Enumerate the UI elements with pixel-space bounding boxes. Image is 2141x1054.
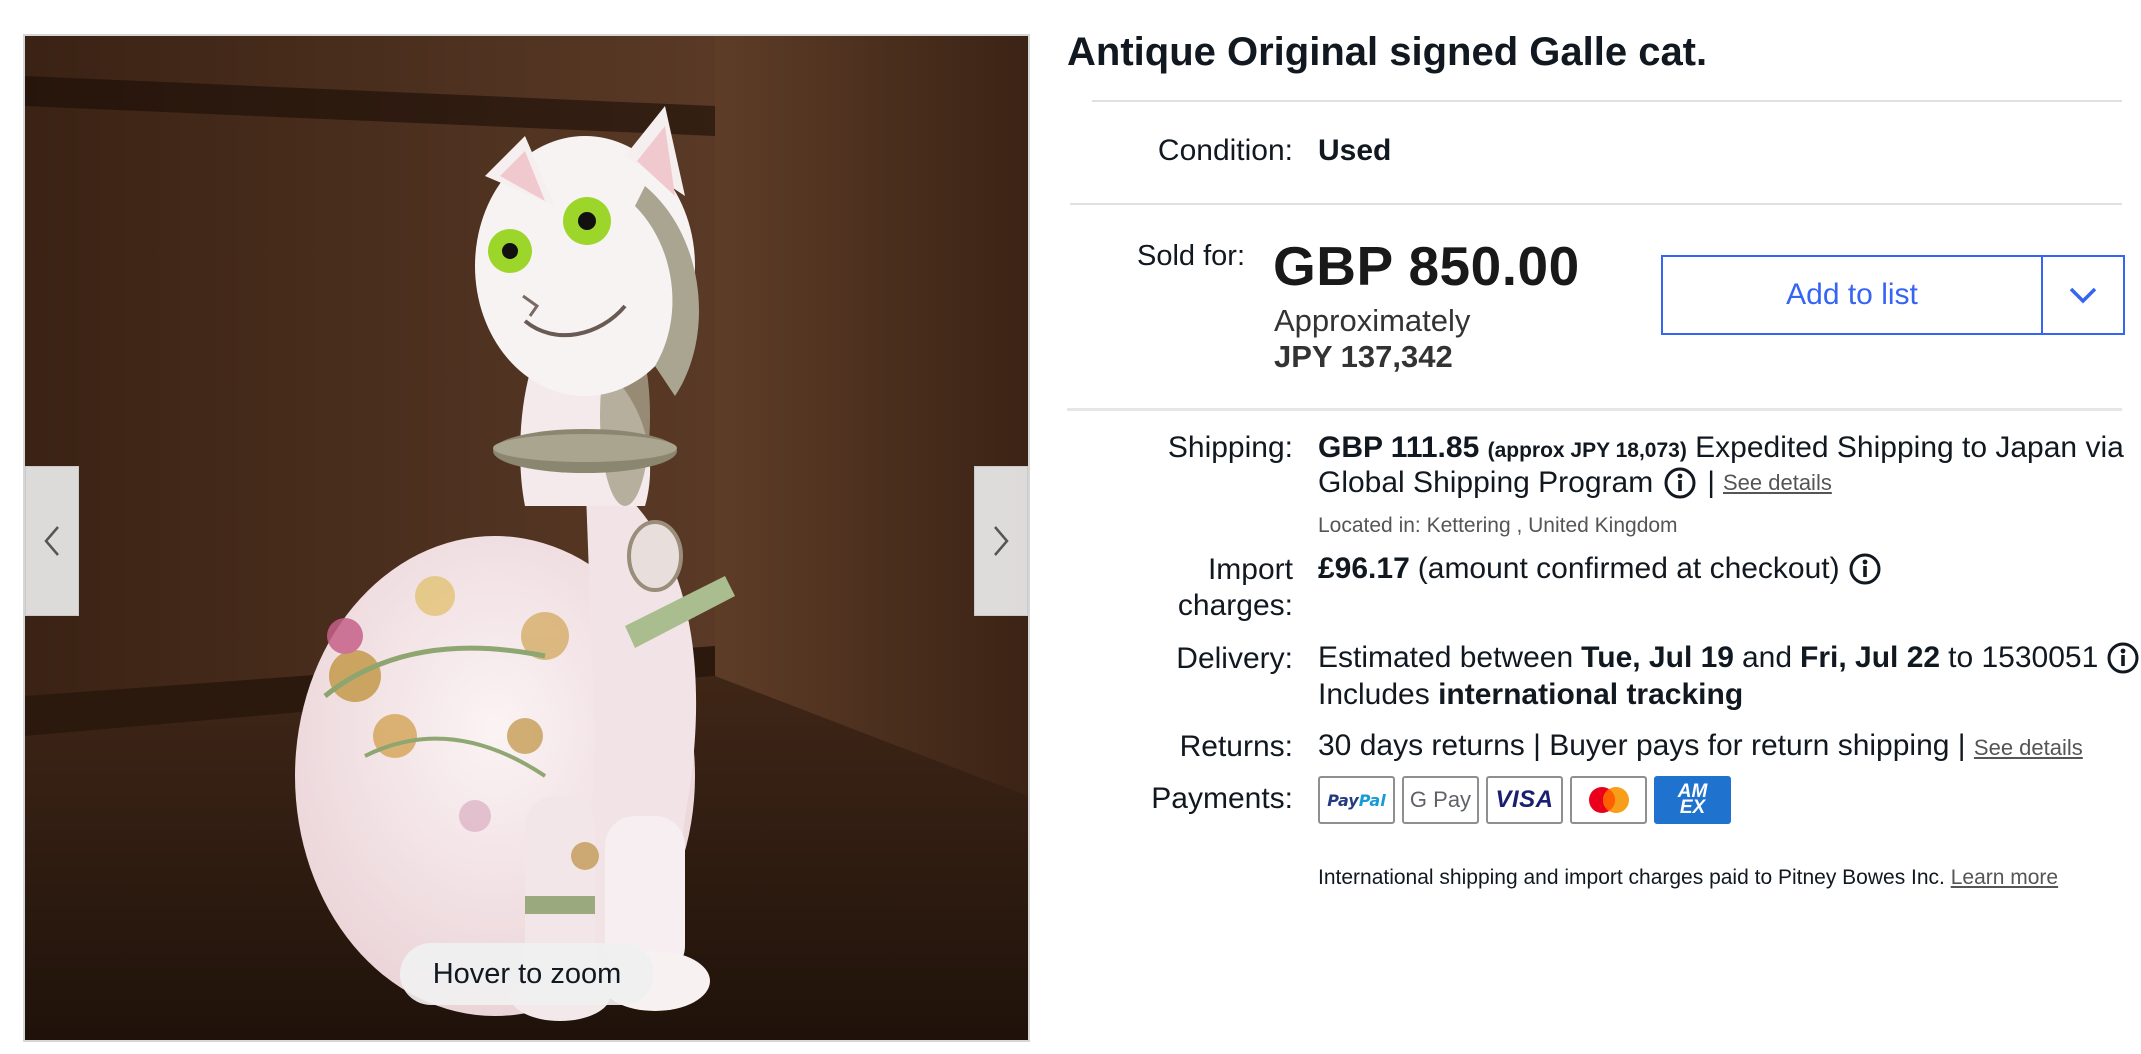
divider — [1067, 408, 2122, 411]
returns-label: Returns: — [1179, 730, 1293, 763]
mastercard-icon — [1570, 776, 1647, 824]
divider — [1092, 100, 2122, 102]
sold-for-label: Sold for: — [1137, 240, 1245, 272]
sold-price: GBP 850.00 — [1273, 235, 1580, 297]
delivery-date-from: Tue, Jul 19 — [1581, 641, 1734, 674]
import-charges-value: £96.17 (amount confirmed at checkout) — [1318, 551, 1882, 587]
add-to-list-control[interactable]: Add to list — [1661, 255, 2125, 335]
chevron-down-icon — [2069, 287, 2097, 304]
shipping-price: GBP 111.85 — [1318, 431, 1480, 464]
info-icon[interactable] — [1663, 466, 1697, 500]
visa-icon: VISA — [1486, 776, 1563, 824]
import-charges-note: (amount confirmed at checkout) — [1417, 552, 1840, 585]
visa-text: VISA — [1495, 786, 1554, 813]
separator: | — [1707, 466, 1715, 499]
delivery-zip: to 1530051 — [1948, 641, 2099, 674]
payment-methods: PayPal G Pay VISA AM EX — [1318, 776, 1731, 824]
import-charges-amount: £96.17 — [1318, 552, 1410, 585]
paypal-icon: PayPal — [1318, 776, 1395, 824]
hover-to-zoom-hint: Hover to zoom — [400, 943, 654, 1005]
delivery-estimate: Estimated between Tue, Jul 19 and Fri, J… — [1318, 640, 2140, 676]
add-to-list-dropdown-button[interactable] — [2041, 257, 2123, 333]
shipping-see-details-link[interactable]: See details — [1723, 465, 1832, 501]
shipping-label: Shipping: — [1167, 431, 1293, 464]
listing-title: Antique Original signed Galle cat. — [1067, 30, 1708, 74]
import-label-line2: charges: — [1177, 589, 1293, 622]
import-charges-label: Import charges: — [1178, 552, 1293, 624]
item-location: Located in: Kettering , United Kingdom — [1318, 514, 1678, 537]
add-to-list-button[interactable]: Add to list — [1663, 257, 2041, 333]
returns-policy: 30 days returns | Buyer pays for return … — [1318, 729, 1966, 762]
item-photo[interactable] — [25, 36, 1028, 1040]
delivery-label: Delivery: — [1176, 642, 1293, 675]
condition-value: Used — [1318, 134, 1392, 167]
includes-text: Includes — [1318, 678, 1430, 711]
intl-note-text: International shipping and import charge… — [1318, 866, 1945, 889]
shipping-method: Expedited Shipping to Japan via — [1695, 431, 2124, 464]
delivery-prefix: Estimated between — [1318, 641, 1574, 674]
chevron-left-icon — [44, 526, 59, 556]
condition-label: Condition: — [1157, 134, 1293, 167]
approximate-price-jpy: JPY 137,342 — [1274, 339, 1453, 374]
previous-image-button[interactable] — [25, 466, 79, 616]
delivery-tracking: Includes international tracking — [1318, 677, 1743, 713]
amex-icon: AM EX — [1654, 776, 1731, 824]
approximately-label: Approximately — [1274, 303, 1471, 338]
divider — [1070, 203, 2122, 205]
delivery-date-to: Fri, Jul 22 — [1800, 641, 1941, 674]
chevron-right-icon — [994, 526, 1009, 556]
paypal-text-a: Pay — [1327, 790, 1359, 810]
next-image-button[interactable] — [974, 466, 1028, 616]
shipping-approx-price: (approx JPY 18,073) — [1487, 439, 1687, 462]
google-pay-icon: G Pay — [1402, 776, 1479, 824]
info-icon[interactable] — [2106, 641, 2140, 675]
import-label-line1: Import — [1207, 553, 1293, 586]
learn-more-link[interactable]: Learn more — [1951, 866, 2058, 889]
shipping-summary: GBP 111.85 (approx JPY 18,073) Expedited… — [1318, 430, 2124, 469]
payments-label: Payments: — [1151, 782, 1293, 815]
info-icon[interactable] — [1848, 552, 1882, 586]
delivery-and: and — [1741, 641, 1793, 674]
mastercard-logo — [1588, 787, 1629, 813]
shipping-program-line: Global Shipping Program | See details — [1318, 465, 1832, 501]
gpay-text: G Pay — [1409, 787, 1472, 812]
item-image-gallery[interactable]: Hover to zoom — [23, 34, 1030, 1042]
shipping-program: Global Shipping Program — [1318, 466, 1654, 499]
paypal-text-b: Pal — [1358, 790, 1386, 810]
tracking-text: international tracking — [1438, 678, 1744, 711]
returns-value: 30 days returns | Buyer pays for return … — [1318, 728, 2083, 766]
returns-see-details-link[interactable]: See details — [1974, 735, 2083, 760]
international-shipping-note: International shipping and import charge… — [1318, 860, 2058, 896]
amex-text-b: EX — [1679, 797, 1706, 818]
